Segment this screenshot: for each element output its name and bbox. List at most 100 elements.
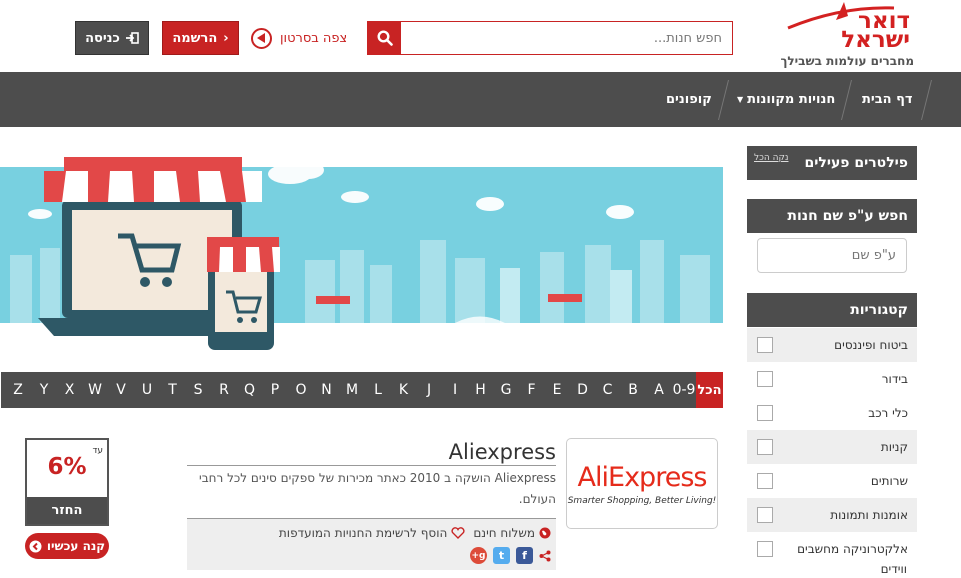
categories-header: קטגוריות [747, 293, 917, 327]
alpha-letter-x[interactable]: X [57, 372, 82, 408]
heart-icon[interactable] [451, 527, 465, 539]
share-icon[interactable] [539, 550, 551, 562]
category-checkbox[interactable] [757, 405, 773, 421]
alpha-letter-j[interactable]: J [416, 372, 442, 408]
alpha-letter-c[interactable]: C [595, 372, 620, 408]
store-logo-wordmark: AliExpress [577, 461, 708, 493]
alpha-letter-s[interactable]: S [185, 372, 211, 408]
category-checkbox[interactable] [757, 439, 773, 455]
logo-tagline: מחברים עולמות בשבילך [780, 54, 914, 68]
alpha-letter-f[interactable]: F [519, 372, 544, 408]
register-button[interactable]: הרשמה › [162, 21, 239, 55]
search-button[interactable] [368, 22, 401, 54]
free-shipping-label: משלוח חינם [473, 526, 535, 540]
category-label: אומנות ותמונות [830, 508, 908, 522]
store-logo-aliexpress[interactable]: AliExpress Smarter Shopping, Better Livi… [566, 438, 718, 529]
category-label: כלי רכב [868, 406, 908, 420]
alpha-letter-q[interactable]: Q [237, 372, 262, 408]
alpha-all-button[interactable]: הכל [696, 372, 723, 408]
alpha-letter-o[interactable]: O [288, 372, 314, 408]
nav-separator [921, 80, 932, 120]
alpha-letter-p[interactable]: P [262, 372, 288, 408]
nav-item-label: חנויות מקוונות [747, 92, 836, 107]
alpha-letter-w[interactable]: W [82, 372, 108, 408]
category-item-insurance-finance[interactable]: ביטוח ופיננסים [747, 328, 917, 362]
alpha-letter-n[interactable]: N [314, 372, 339, 408]
alpha-all-label: הכל [697, 382, 722, 398]
store-actions: משלוח חינם הוסף לרשימת החנויות המועדפות … [187, 518, 556, 570]
alpha-letter-b[interactable]: B [620, 372, 646, 408]
play-icon [251, 27, 272, 49]
logo-line-2: ישראל [841, 27, 910, 53]
alpha-letter-u[interactable]: U [134, 372, 160, 408]
alphabet-filter-bar: הכל 0-9 A B C D E F G H I J K L M N O P … [1, 372, 723, 408]
alpha-letter-e[interactable]: E [544, 372, 570, 408]
nav-item-online-stores[interactable]: חנויות מקוונות ▼ [737, 72, 835, 127]
alpha-letter-r[interactable]: R [211, 372, 237, 408]
add-to-favorites-link[interactable]: הוסף לרשימת החנויות המועדפות [279, 526, 447, 540]
active-filters-header: פילטרים פעילים נקה הכל [747, 146, 917, 180]
category-item-art-photos[interactable]: אומנות ותמונות [747, 498, 917, 532]
category-checkbox[interactable] [757, 507, 773, 523]
category-label-overflow: ווידים [880, 562, 907, 576]
register-label: הרשמה [172, 30, 218, 46]
store-logo-tagline: Smarter Shopping, Better Living! [567, 495, 717, 506]
cashback-value: 6% [47, 454, 87, 480]
alpha-letter-z[interactable]: Z [5, 372, 31, 408]
nav-separator [718, 80, 729, 120]
category-label: קניות [880, 440, 908, 454]
google-plus-icon[interactable]: g+ [470, 547, 487, 564]
buy-now-button[interactable]: קנה עכשיו [25, 533, 109, 559]
alpha-letter-h[interactable]: H [468, 372, 493, 408]
clear-all-filters-link[interactable]: נקה הכל [754, 153, 788, 163]
category-item-entertainment[interactable]: בידור [747, 362, 917, 396]
alpha-letter-i[interactable]: I [442, 372, 468, 408]
category-label: שרותים [870, 474, 908, 488]
nav-item-label: דף הבית [862, 92, 913, 107]
alpha-letter-l[interactable]: L [365, 372, 391, 408]
search-input[interactable] [401, 22, 732, 54]
alpha-letter-k[interactable]: K [391, 372, 416, 408]
cashback-label: החזר [27, 497, 107, 524]
category-label: בידור [881, 372, 908, 386]
category-checkbox[interactable] [757, 473, 773, 489]
category-item-shopping[interactable]: קניות [747, 430, 917, 464]
login-label: כניסה [85, 30, 120, 46]
hero-banner-illustration [0, 157, 723, 350]
login-button[interactable]: כניסה [75, 21, 149, 55]
chevron-circle-left-icon [29, 540, 42, 552]
alpha-letter-g[interactable]: G [493, 372, 519, 408]
store-name-input[interactable] [757, 238, 907, 273]
nav-separator [841, 80, 852, 120]
israel-post-logo[interactable]: דואר ישראל מחברים עולמות בשבילך [780, 2, 916, 72]
alpha-letter-d[interactable]: D [570, 372, 595, 408]
globe-icon [539, 527, 551, 539]
facebook-icon[interactable]: f [516, 547, 533, 564]
chevron-right-icon: › [223, 30, 229, 46]
alpha-letter-a[interactable]: A [646, 372, 672, 408]
category-checkbox[interactable] [757, 541, 773, 557]
category-item-electronics-computers[interactable]: אלקטרוניקה מחשבים [747, 532, 917, 566]
nav-item-label: קופונים [666, 92, 712, 107]
nav-item-home[interactable]: דף הבית [862, 72, 913, 127]
buy-now-label: קנה עכשיו [46, 539, 106, 553]
category-label: ביטוח ופיננסים [834, 338, 908, 352]
alpha-letter-t[interactable]: T [160, 372, 185, 408]
category-checkbox[interactable] [757, 337, 773, 353]
store-name-search-header: חפש ע"פ שם חנות [747, 199, 917, 233]
alpha-letter-0-9[interactable]: 0-9 [672, 372, 696, 408]
store-name-search-title: חפש ע"פ שם חנות [787, 208, 908, 224]
store-title[interactable]: Aliexpress [187, 440, 556, 466]
alpha-letter-m[interactable]: M [339, 372, 365, 408]
store-meta-row: משלוח חינם הוסף לרשימת החנויות המועדפות [279, 526, 551, 540]
alpha-letter-y[interactable]: Y [31, 372, 57, 408]
category-checkbox[interactable] [757, 371, 773, 387]
category-item-services[interactable]: שרותים [747, 464, 917, 498]
category-item-vehicles[interactable]: כלי רכב [747, 396, 917, 430]
cashback-box: עד 6% החזר [25, 438, 109, 526]
alpha-letter-v[interactable]: V [108, 372, 134, 408]
nav-item-coupons[interactable]: קופונים [666, 72, 712, 127]
watch-video-link[interactable]: צפה בסרטון [251, 26, 347, 50]
caret-down-icon: ▼ [737, 95, 744, 104]
twitter-icon[interactable]: t [493, 547, 510, 564]
